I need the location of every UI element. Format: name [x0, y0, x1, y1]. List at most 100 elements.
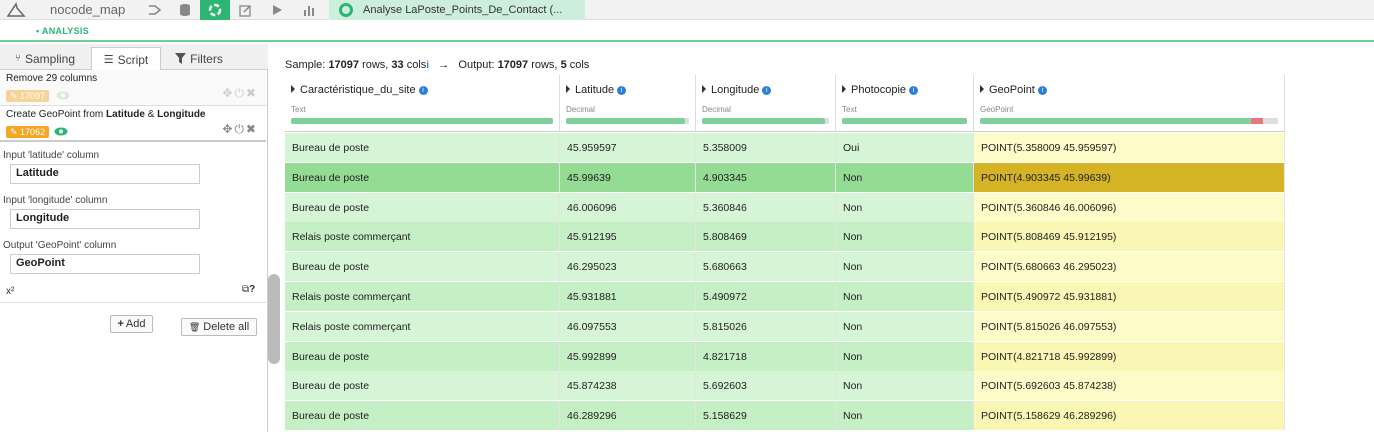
cell-geopoint[interactable]: POINT(5.692603 45.874238) — [974, 371, 1285, 402]
cell-site[interactable]: Bureau de poste — [285, 192, 560, 223]
cell-site[interactable]: Relais poste commerçant — [285, 311, 560, 342]
panel-resize-handle[interactable] — [268, 274, 280, 364]
column-info-icon[interactable]: i — [909, 86, 919, 95]
column-header-site[interactable]: Caractéristique_du_site i Text — [285, 75, 560, 132]
eye-icon[interactable] — [56, 91, 70, 100]
cell-photocopie[interactable]: Non — [836, 162, 974, 193]
column-header-geopoint[interactable]: GeoPoint i GeoPoint — [974, 75, 1285, 132]
caret-right-icon — [291, 85, 295, 93]
cell-latitude[interactable]: 46.006096 — [560, 192, 696, 223]
cell-geopoint[interactable]: POINT(5.680663 46.295023) — [974, 252, 1285, 283]
column-header-latitude[interactable]: Latitude i Decimal — [560, 75, 696, 132]
table-row[interactable]: Bureau de poste 45.99639 4.903345 Non POINT(… — [285, 162, 1292, 193]
cell-geopoint[interactable]: POINT(5.358009 45.959597) — [974, 133, 1285, 163]
cell-geopoint[interactable]: POINT(5.808469 45.912195) — [974, 222, 1285, 253]
cell-geopoint[interactable]: POINT(4.903345 45.99639) — [974, 162, 1285, 193]
table-row[interactable]: Bureau de poste 46.295023 5.680663 Non POINT… — [285, 252, 1292, 283]
delete-all-button[interactable]: 🗑 Delete all — [181, 318, 257, 336]
cell-longitude[interactable]: 5.358009 — [696, 133, 836, 163]
eye-icon[interactable] — [54, 127, 68, 136]
column-info-icon[interactable]: i — [617, 86, 627, 95]
column-name: GeoPoint i — [980, 84, 1047, 96]
project-name[interactable]: nocode_map — [50, 2, 125, 18]
cell-longitude[interactable]: 4.821718 — [696, 341, 836, 372]
cell-photocopie[interactable]: Non — [836, 282, 974, 312]
table-row[interactable]: Relais poste commerçant 45.912195 5.808469… — [285, 222, 1292, 253]
cell-geopoint[interactable]: POINT(5.158629 46.289296) — [974, 401, 1285, 432]
add-step-button[interactable]: + Add — [110, 315, 153, 333]
cell-latitude[interactable]: 45.931881 — [560, 282, 696, 312]
cell-site[interactable]: Bureau de poste — [285, 371, 560, 402]
copy-help-icons[interactable]: ⧉? — [242, 284, 255, 295]
script-step-remove[interactable]: Remove 29 columns ✎ 17097 ✥⏻✖ — [0, 70, 266, 106]
cell-site[interactable]: Bureau de poste — [285, 341, 560, 372]
cell-latitude[interactable]: 46.289296 — [560, 401, 696, 432]
cell-longitude[interactable]: 5.815026 — [696, 311, 836, 342]
cell-site[interactable]: Bureau de poste — [285, 401, 560, 432]
cell-geopoint[interactable]: POINT(5.815026 46.097553) — [974, 311, 1285, 342]
analysis-icon[interactable] — [200, 0, 230, 20]
cell-longitude[interactable]: 5.680663 — [696, 252, 836, 283]
column-info-icon[interactable]: i — [418, 86, 428, 95]
table-row[interactable]: Bureau de poste 46.289296 5.158629 Non POINT… — [285, 401, 1292, 432]
cell-geopoint[interactable]: POINT(4.821718 45.992899) — [974, 341, 1285, 372]
cell-longitude[interactable]: 4.903345 — [696, 162, 836, 193]
table-row[interactable]: Bureau de poste 46.006096 5.360846 Non POINT… — [285, 192, 1292, 223]
cell-latitude[interactable]: 45.959597 — [560, 133, 696, 163]
table-row[interactable]: Relais poste commerçant 45.931881 5.490972… — [285, 282, 1292, 312]
latitude-input[interactable]: Latitude — [10, 164, 200, 184]
cell-photocopie[interactable]: Non — [836, 401, 974, 432]
cell-latitude[interactable]: 45.912195 — [560, 222, 696, 253]
flow-icon[interactable] — [140, 0, 170, 20]
cell-longitude[interactable]: 5.808469 — [696, 222, 836, 253]
column-header-photocopie[interactable]: Photocopie i Text — [836, 75, 974, 132]
dashboard-chart-icon[interactable] — [294, 0, 324, 20]
cell-latitude[interactable]: 45.99639 — [560, 162, 696, 193]
cell-photocopie[interactable]: Oui — [836, 133, 974, 163]
script-step-create-geopoint[interactable]: Create GeoPoint from Latitude & Longitud… — [0, 106, 266, 142]
cell-longitude[interactable]: 5.490972 — [696, 282, 836, 312]
cell-longitude[interactable]: 5.692603 — [696, 371, 836, 402]
cell-geopoint[interactable]: POINT(5.360846 46.006096) — [974, 192, 1285, 223]
formula-hint: x² — [6, 286, 15, 297]
column-info-icon[interactable]: i — [1037, 86, 1047, 95]
run-play-icon[interactable] — [262, 0, 292, 20]
cell-latitude[interactable]: 46.295023 — [560, 252, 696, 283]
cell-geopoint[interactable]: POINT(5.490972 45.931881) — [974, 282, 1285, 312]
cell-photocopie[interactable]: Non — [836, 341, 974, 372]
column-info-icon[interactable]: i — [762, 86, 772, 95]
tab-filters[interactable]: Filters — [164, 47, 234, 70]
datasets-icon[interactable] — [170, 0, 200, 20]
step-controls[interactable]: ✥⏻✖ — [222, 122, 258, 137]
info-icon[interactable]: i — [426, 60, 429, 71]
cell-latitude[interactable]: 45.874238 — [560, 371, 696, 402]
column-header-longitude[interactable]: Longitude i Decimal — [696, 75, 836, 132]
cell-latitude[interactable]: 45.992899 — [560, 341, 696, 372]
bird-logo-icon[interactable] — [6, 2, 26, 18]
notebook-edit-icon[interactable] — [230, 0, 260, 20]
table-row[interactable]: Relais poste commerçant 46.097553 5.815026… — [285, 311, 1292, 342]
cell-photocopie[interactable]: Non — [836, 311, 974, 342]
analysis-tab[interactable]: Analyse LaPoste_Points_De_Contact (... — [329, 0, 585, 20]
tab-sampling[interactable]: ⑂ Sampling — [2, 47, 88, 70]
table-row[interactable]: Bureau de poste 45.874238 5.692603 Non POINT… — [285, 371, 1292, 402]
cell-longitude[interactable]: 5.158629 — [696, 401, 836, 432]
table-row[interactable]: Bureau de poste 45.959597 5.358009 Oui POINT… — [285, 133, 1292, 163]
tab-script[interactable]: ☰ Script — [91, 47, 161, 71]
step-controls[interactable]: ✥⏻✖ — [222, 86, 258, 101]
breadcrumb[interactable]: • ANALYSIS — [36, 26, 89, 36]
longitude-input[interactable]: Longitude — [10, 209, 200, 229]
cell-site[interactable]: Relais poste commerçant — [285, 222, 560, 253]
output-geopoint-input[interactable]: GeoPoint — [10, 254, 200, 274]
cell-latitude[interactable]: 46.097553 — [560, 311, 696, 342]
cell-photocopie[interactable]: Non — [836, 252, 974, 283]
cell-site[interactable]: Bureau de poste — [285, 252, 560, 283]
cell-longitude[interactable]: 5.360846 — [696, 192, 836, 223]
cell-photocopie[interactable]: Non — [836, 222, 974, 253]
cell-site[interactable]: Bureau de poste — [285, 162, 560, 193]
cell-photocopie[interactable]: Non — [836, 371, 974, 402]
cell-photocopie[interactable]: Non — [836, 192, 974, 223]
cell-site[interactable]: Bureau de poste — [285, 133, 560, 163]
cell-site[interactable]: Relais poste commerçant — [285, 282, 560, 312]
table-row[interactable]: Bureau de poste 45.992899 4.821718 Non POINT… — [285, 341, 1292, 372]
